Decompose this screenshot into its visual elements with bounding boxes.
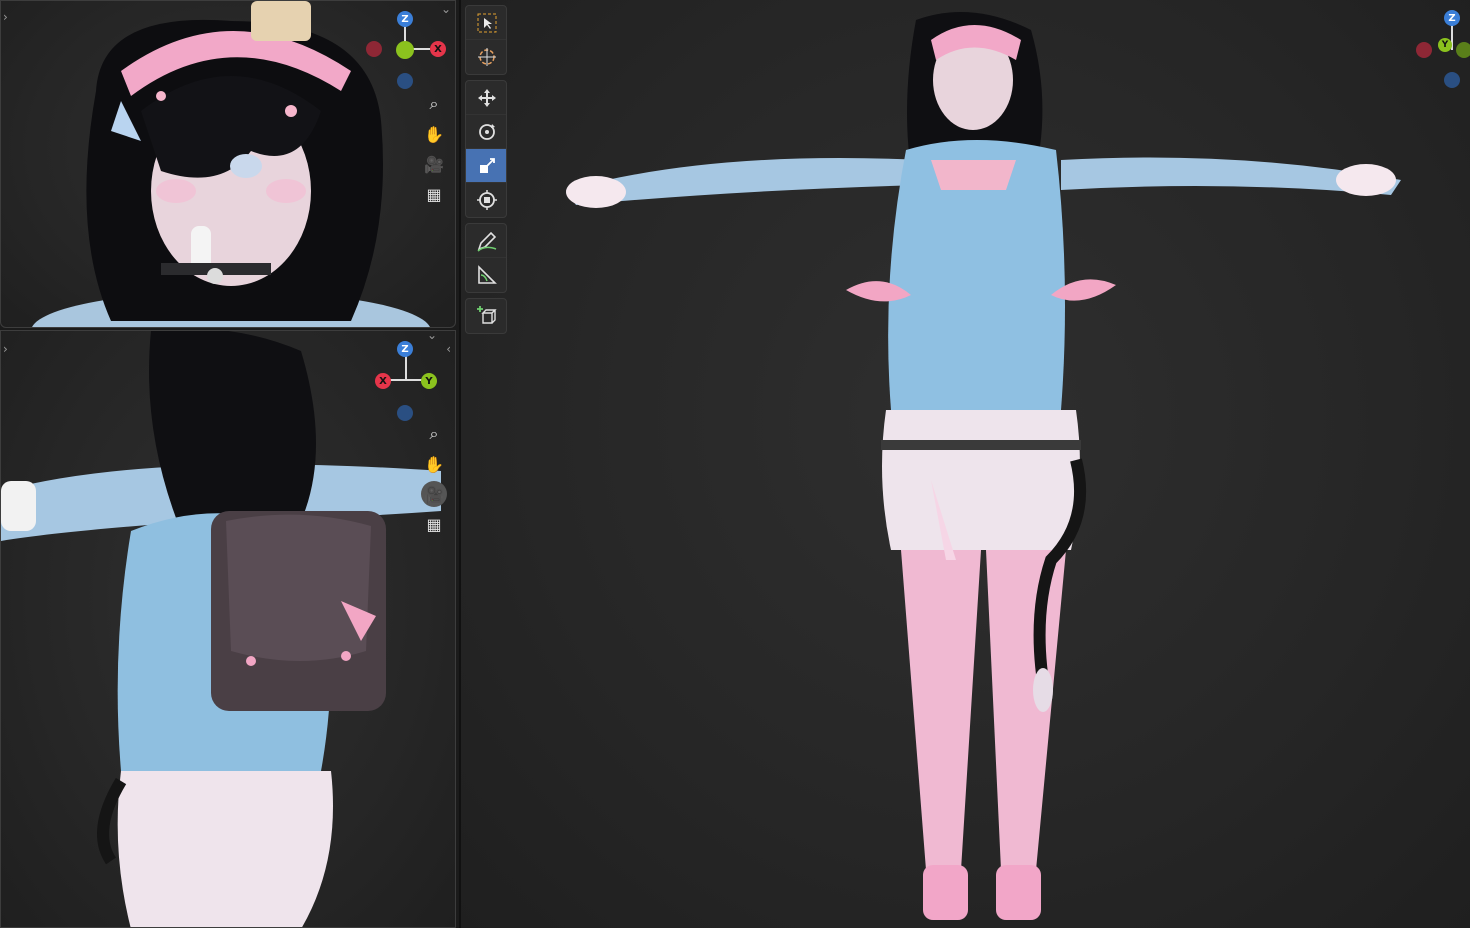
add-cube-icon (477, 306, 497, 324)
gizmo-y-axis[interactable]: Y (1438, 38, 1452, 52)
cursor-tool[interactable] (466, 40, 506, 74)
grid-icon[interactable]: ▦ (421, 511, 447, 537)
viewport-top-left[interactable]: › ⌄ Z X ⌕ ✋ 🎥 ▦ (0, 0, 456, 328)
camera-icon[interactable]: 🎥 (421, 151, 447, 177)
select-box-tool[interactable] (466, 6, 506, 40)
ruler-icon (478, 265, 497, 284)
pencil-icon (477, 231, 497, 252)
gizmo-z-axis[interactable]: Z (397, 341, 413, 357)
navigation-gizmo[interactable]: Z X Y (369, 339, 449, 429)
gizmo-x-axis[interactable]: X (375, 373, 391, 389)
gizmo-neg-z-axis[interactable] (397, 405, 413, 421)
gizmo-y-axis[interactable]: Y (421, 373, 437, 389)
gizmo-neg-x-axis[interactable] (366, 41, 382, 57)
add-cube-tool[interactable] (466, 299, 506, 333)
tool-group-add (465, 298, 507, 334)
gizmo-neg-z-axis[interactable] (397, 73, 413, 89)
tool-group-transform (465, 80, 507, 218)
transform-tool[interactable] (466, 183, 506, 217)
tool-shelf (465, 5, 507, 339)
pan-hand-icon[interactable]: ✋ (421, 451, 447, 477)
cursor-icon (478, 48, 496, 66)
gizmo-z-axis[interactable]: Z (397, 11, 413, 27)
gizmo-z-axis[interactable]: Z (1444, 10, 1460, 26)
rotate-tool[interactable] (466, 115, 506, 149)
rotate-icon (479, 123, 495, 140)
scale-tool[interactable] (466, 149, 506, 183)
viewport-bottom-left[interactable]: › ‹ ⌄ Z X Y ⌕ ✋ 🎥 ▦ (0, 330, 456, 928)
transform-icon (477, 190, 497, 210)
tool-group-select (465, 5, 507, 75)
tool-group-annotate (465, 223, 507, 293)
select-box-icon (477, 13, 497, 32)
zoom-icon[interactable]: ⌕ (421, 421, 447, 447)
measure-tool[interactable] (466, 258, 506, 292)
viewport-main[interactable]: Z Y (459, 0, 1470, 928)
pan-hand-icon[interactable]: ✋ (421, 121, 447, 147)
annotate-tool[interactable] (466, 224, 506, 258)
gizmo-neg-x-axis[interactable] (1416, 42, 1432, 58)
move-tool[interactable] (466, 81, 506, 115)
grid-icon[interactable]: ▦ (421, 181, 447, 207)
zoom-icon[interactable]: ⌕ (421, 91, 447, 117)
gizmo-y-axis[interactable] (396, 41, 414, 59)
navigation-gizmo[interactable]: Z Y (1416, 8, 1470, 98)
gizmo-neg-y-axis[interactable] (1456, 42, 1470, 58)
scale-icon (480, 157, 495, 173)
navigation-gizmo[interactable]: Z X (366, 9, 446, 99)
camera-icon[interactable]: 🎥 (421, 481, 447, 507)
gizmo-neg-z-axis[interactable] (1444, 72, 1460, 88)
move-icon (478, 88, 496, 107)
gizmo-x-axis[interactable]: X (430, 41, 446, 57)
